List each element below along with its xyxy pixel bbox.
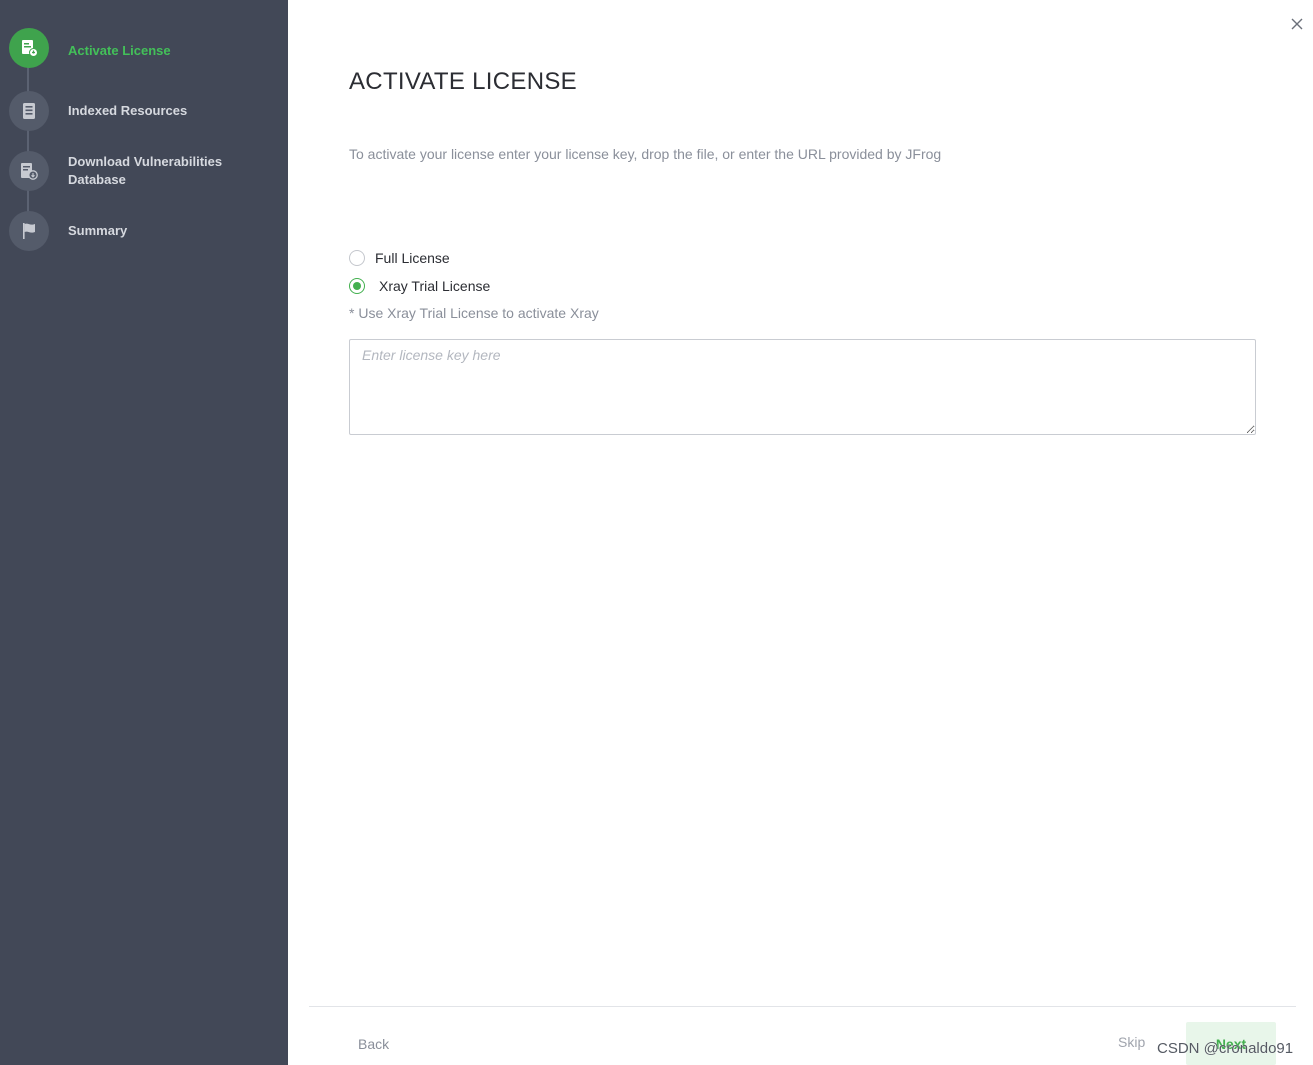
page-title: ACTIVATE LICENSE bbox=[349, 68, 577, 95]
skip-button[interactable]: Skip bbox=[1118, 1034, 1145, 1050]
database-download-icon bbox=[9, 151, 49, 191]
page-subtitle: To activate your license enter your lice… bbox=[349, 146, 942, 162]
flag-icon bbox=[9, 211, 49, 251]
step-label: Indexed Resources bbox=[68, 103, 188, 118]
step-download-vulnerabilities[interactable]: Download Vulnerabilities Database bbox=[0, 151, 288, 195]
step-label: Activate License bbox=[68, 43, 171, 58]
step-label: Summary bbox=[68, 223, 128, 238]
close-icon bbox=[1291, 18, 1303, 30]
step-activate-license[interactable]: Activate License bbox=[0, 28, 288, 72]
license-key-input[interactable] bbox=[349, 339, 1256, 435]
wizard-sidebar: Activate License Indexed Resources Downl… bbox=[0, 0, 288, 1065]
license-hint: * Use Xray Trial License to activate Xra… bbox=[349, 305, 599, 321]
radio-label: Full License bbox=[375, 250, 450, 266]
resources-list-icon bbox=[9, 91, 49, 131]
footer-divider bbox=[309, 1006, 1296, 1007]
xray-trial-license-option[interactable]: Xray Trial License bbox=[349, 278, 490, 294]
step-label: Download Vulnerabilities Database bbox=[68, 154, 223, 187]
full-license-option[interactable]: Full License bbox=[349, 250, 450, 266]
step-indexed-resources[interactable]: Indexed Resources bbox=[0, 91, 288, 135]
close-button[interactable] bbox=[1287, 14, 1307, 34]
radio-label: Xray Trial License bbox=[379, 278, 491, 294]
license-icon bbox=[9, 28, 49, 68]
full-license-radio[interactable] bbox=[349, 250, 365, 266]
step-summary[interactable]: Summary bbox=[0, 211, 288, 255]
watermark: CSDN @cronaldo91 bbox=[1157, 1040, 1294, 1057]
back-button[interactable]: Back bbox=[358, 1036, 389, 1052]
xray-trial-license-radio[interactable] bbox=[349, 278, 365, 294]
